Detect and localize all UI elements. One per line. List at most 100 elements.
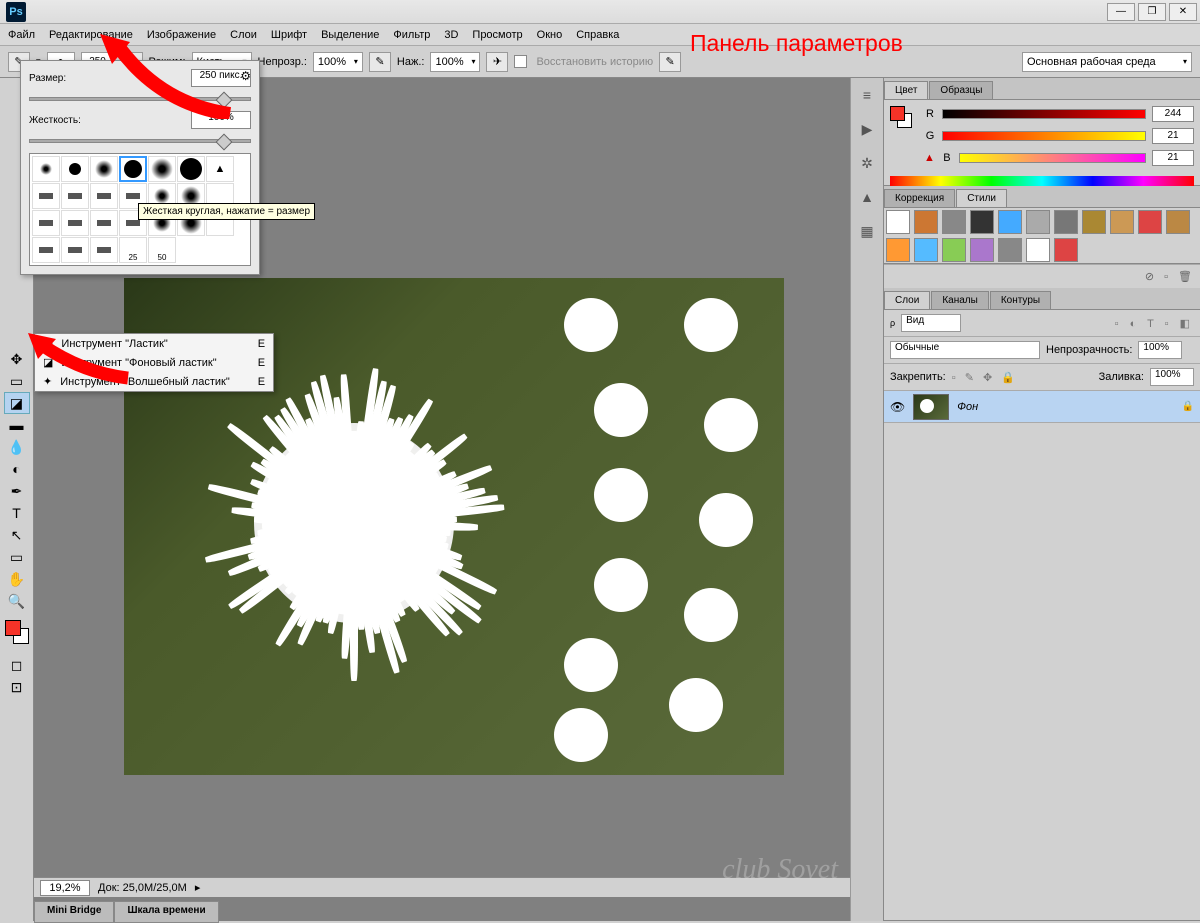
style-swatch-11[interactable] — [886, 238, 910, 262]
workspace-select[interactable]: Основная рабочая среда — [1022, 52, 1192, 72]
menu-3d[interactable]: 3D — [444, 29, 458, 41]
delete-style-icon[interactable]: 🗑 — [1178, 270, 1192, 283]
b-slider[interactable] — [959, 153, 1146, 163]
menu-image[interactable]: Изображение — [147, 29, 216, 41]
flow-select[interactable]: 100% — [430, 52, 480, 72]
brush-25[interactable]: 25 — [119, 237, 147, 263]
history-icon[interactable]: ≡ — [856, 84, 878, 106]
panel-color-swatch[interactable] — [890, 106, 912, 128]
tool-screenmode[interactable]: ⊡ — [4, 676, 30, 698]
brush-7[interactable] — [32, 183, 60, 209]
style-swatch-9[interactable] — [1138, 210, 1162, 234]
menu-edit[interactable]: Редактирование — [49, 29, 133, 41]
style-swatch-5[interactable] — [1026, 210, 1050, 234]
tab-adjustments[interactable]: Коррекция — [884, 189, 955, 207]
brush-50[interactable]: 50 — [148, 237, 176, 263]
brush-hardness-slider[interactable] — [29, 139, 251, 143]
brush-size-slider[interactable] — [29, 97, 251, 101]
brush-8[interactable] — [61, 183, 89, 209]
tool-pen[interactable]: ✒ — [4, 480, 30, 502]
style-swatch-2[interactable] — [942, 210, 966, 234]
color-swatch[interactable] — [5, 620, 29, 644]
new-style-icon[interactable]: ▫ — [1164, 271, 1168, 283]
style-swatch-1[interactable] — [914, 210, 938, 234]
tool-hand[interactable]: ✋ — [4, 568, 30, 590]
menu-filter[interactable]: Фильтр — [393, 29, 430, 41]
style-swatch-0[interactable] — [886, 210, 910, 234]
tool-gradient[interactable]: ▬ — [4, 414, 30, 436]
brush-16[interactable] — [90, 210, 118, 236]
lock-icons[interactable]: ▫ ✎ ✥ 🔒 — [952, 371, 1018, 384]
menu-help[interactable]: Справка — [576, 29, 619, 41]
tool-type[interactable]: T — [4, 502, 30, 524]
tool-zoom[interactable]: 🔍 — [4, 590, 30, 612]
menu-type[interactable]: Шрифт — [271, 29, 307, 41]
menu-view[interactable]: Просмотр — [472, 29, 522, 41]
menu-file[interactable]: Файл — [8, 29, 35, 41]
r-value[interactable]: 244 — [1152, 106, 1194, 122]
tab-swatches[interactable]: Образцы — [929, 81, 993, 99]
zoom-value[interactable]: 19,2% — [40, 880, 90, 896]
layer-thumbnail[interactable] — [913, 394, 949, 420]
fill-value[interactable]: 100% — [1150, 368, 1194, 386]
menu-window[interactable]: Окно — [537, 29, 563, 41]
brush-soft-small[interactable] — [32, 156, 60, 182]
tab-styles[interactable]: Стили — [956, 189, 1007, 207]
tab-minibridge[interactable]: Mini Bridge — [34, 901, 114, 923]
tab-paths[interactable]: Контуры — [990, 291, 1051, 309]
fly-bg-eraser[interactable]: ◪Инструмент "Фоновый ластик"E — [35, 353, 273, 372]
navigator-icon[interactable]: ✲ — [856, 152, 878, 174]
layer-kind-select[interactable]: Вид — [901, 314, 961, 332]
brush-soft-lg[interactable] — [148, 156, 176, 182]
menu-layer[interactable]: Слои — [230, 29, 257, 41]
style-swatch-7[interactable] — [1082, 210, 1106, 234]
brush-hard-small[interactable] — [61, 156, 89, 182]
tool-eraser[interactable]: ◪ — [4, 392, 30, 414]
tab-timeline[interactable]: Шкала времени — [114, 901, 218, 923]
r-slider[interactable] — [942, 109, 1146, 119]
style-swatch-17[interactable] — [1054, 238, 1078, 262]
brush-scroll[interactable]: ▲ — [206, 156, 234, 182]
brush-22[interactable] — [61, 237, 89, 263]
clear-style-icon[interactable]: ⊘ — [1145, 270, 1154, 283]
b-value[interactable]: 21 — [1152, 150, 1194, 166]
tool-path[interactable]: ↖ — [4, 524, 30, 546]
brush-soft-med[interactable] — [90, 156, 118, 182]
blend-mode-select[interactable]: Обычные — [890, 341, 1040, 359]
style-swatch-3[interactable] — [970, 210, 994, 234]
filter-icons[interactable]: ▫ ◐ T ▫ ◧ — [1115, 317, 1194, 330]
style-swatch-15[interactable] — [998, 238, 1022, 262]
layer-opacity-value[interactable]: 100% — [1138, 341, 1182, 359]
airbrush-icon[interactable]: ✈ — [486, 52, 508, 72]
style-swatch-4[interactable] — [998, 210, 1022, 234]
minimize-button[interactable]: — — [1107, 3, 1135, 21]
actions-icon[interactable]: ▶ — [856, 118, 878, 140]
layer-row-background[interactable]: 👁 Фон 🔒 — [884, 391, 1200, 423]
style-swatch-12[interactable] — [914, 238, 938, 262]
style-swatch-14[interactable] — [970, 238, 994, 262]
brush-hard-med[interactable] — [119, 156, 147, 182]
pressure-size-icon[interactable]: ✎ — [659, 52, 681, 72]
style-swatch-13[interactable] — [942, 238, 966, 262]
tab-layers[interactable]: Слои — [884, 291, 930, 309]
status-arrow-icon[interactable]: ▸ — [195, 881, 201, 894]
brush-14[interactable] — [32, 210, 60, 236]
g-value[interactable]: 21 — [1152, 128, 1194, 144]
fly-eraser[interactable]: ◪Инструмент "Ластик"E — [35, 334, 273, 353]
brush-21[interactable] — [32, 237, 60, 263]
visibility-icon[interactable]: 👁 — [890, 400, 905, 414]
close-button[interactable]: ✕ — [1169, 3, 1197, 21]
opacity-select[interactable]: 100% — [313, 52, 363, 72]
tool-blur[interactable]: 💧 — [4, 436, 30, 458]
style-swatch-6[interactable] — [1054, 210, 1078, 234]
fly-magic-eraser[interactable]: ✦Инструмент "Волшебный ластик"E — [35, 372, 273, 391]
tab-channels[interactable]: Каналы — [931, 291, 989, 309]
pressure-opacity-icon[interactable]: ✎ — [369, 52, 391, 72]
tool-shape[interactable]: ▭ — [4, 546, 30, 568]
gear-icon[interactable]: ⚙ — [240, 69, 251, 83]
g-slider[interactable] — [942, 131, 1146, 141]
tab-color[interactable]: Цвет — [884, 81, 928, 99]
style-swatch-16[interactable] — [1026, 238, 1050, 262]
menu-select[interactable]: Выделение — [321, 29, 379, 41]
brush-hardness-input[interactable]: 100% — [191, 111, 251, 129]
